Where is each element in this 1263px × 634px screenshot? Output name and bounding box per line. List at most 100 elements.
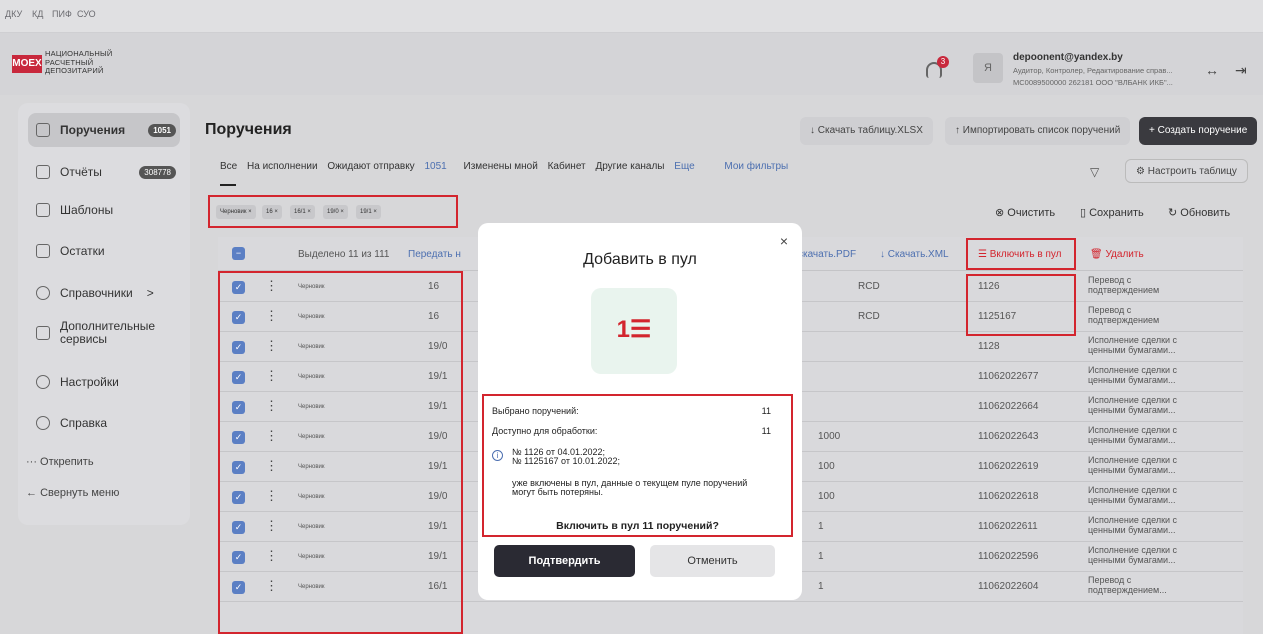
delete-button[interactable]: 🗑 Удалить [1090,249,1144,260]
qty-cell: 100 [818,461,835,472]
sidebar-item-services[interactable]: Дополнительные сервисы [28,316,180,350]
filter-chip[interactable]: 19/0 × [323,205,348,219]
setup-table-button[interactable]: ⚙ Настроить таблицу [1125,159,1248,183]
tab-executing[interactable]: На исполнении [247,161,318,172]
unpin-link[interactable]: ··· Открепить [26,456,94,468]
import-button[interactable]: ↑ Импортировать список поручений [945,117,1131,145]
number-cell: 11062022664 [978,401,1039,412]
document-icon [36,123,50,137]
download-pdf-button[interactable]: скачать.PDF [798,249,856,260]
logo[interactable]: MOEX НАЦИОНАЛЬНЫЙ РАСЧЕТНЫЙ ДЕПОЗИТАРИЙ [12,49,142,76]
selected-value: 11 [761,406,771,416]
send-button[interactable]: Передать н [408,249,461,260]
select-all-checkbox[interactable]: − [232,247,245,260]
warning-line: № 1125167 от 10.01.2022; [512,456,620,466]
selected-count: Выделено 11 из 111 [298,249,390,260]
refresh-button[interactable]: ↻ Обновить [1168,206,1230,219]
topnav-kd[interactable]: КД [32,9,43,19]
sidebar-item-label: Справочники [60,286,133,300]
type-cell: Исполнение сделки с ценными бумагами... [1088,365,1178,385]
sidebar-item-help[interactable]: Справка [28,406,180,440]
logo-text: НАЦИОНАЛЬНЫЙ РАСЧЕТНЫЙ ДЕПОЗИТАРИЙ [45,49,113,75]
confirm-button[interactable]: Подтвердить [494,545,635,577]
user-org: MC0089500000 262181 ООО "ВЛБАНК ИКБ"... [1013,78,1173,87]
download-xlsx-button[interactable]: ↓ Скачать таблицу.XLSX [800,117,933,145]
qty-cell: 1 [818,521,824,532]
available-label: Доступно для обработки: [492,426,598,436]
edit-icon [36,244,50,258]
number-column-highlight [966,274,1076,336]
available-value: 11 [761,426,771,436]
tab-cabinet[interactable]: Кабинет [548,161,586,172]
sidebar-item-settings[interactable]: Настройки [28,365,180,399]
topnav-dku[interactable]: ДКУ [5,9,22,19]
tab-more[interactable]: Еще [674,161,694,172]
download-xml-button[interactable]: ↓ Скачать.XML [880,249,949,260]
import-label: Импортировать список поручений [962,125,1121,136]
sidebar-item-label: Поручения [60,123,126,137]
tab-changed[interactable]: Изменены мной [464,161,538,172]
user-info[interactable]: depoonent@yandex.by Аудитор, Контролер, … [1013,52,1203,87]
topnav-suo[interactable]: СУО [77,9,96,19]
filter-chip[interactable]: 16/1 × [290,205,315,219]
type-cell: Исполнение сделки с ценными бумагами... [1088,545,1178,565]
type-cell: Исполнение сделки с ценными бумагами... [1088,395,1178,415]
download-icon: ↓ [810,125,818,136]
sidebar: Поручения 1051 Отчёты 308778 Шаблоны Остат… [18,103,190,525]
delete-label: Удалить [1105,249,1144,260]
sidebar-item-label: Остатки [60,244,105,258]
sidebar-item-balances[interactable]: Остатки [28,234,180,268]
number-cell: 11062022604 [978,581,1039,592]
my-filters[interactable]: Мои фильтры [724,161,788,172]
filter-chip[interactable]: 19/1 × [356,205,381,219]
download-xlsx-label: Скачать таблицу.XLSX [817,125,923,136]
number-cell: 11062022643 [978,431,1039,442]
qty-cell: 1 [818,581,824,592]
filter-chip[interactable]: Черновик × [216,205,256,219]
tab-awaiting[interactable]: Ожидают отправку 1051 [327,161,453,172]
type-cell: Исполнение сделки с ценными бумагами... [1088,515,1178,535]
close-icon[interactable]: × [780,233,788,249]
arrow-left-icon: ← [26,487,41,499]
sidebar-item-label: Справка [60,416,108,430]
filter-chips-highlight: Черновик × 16 × 16/1 × 19/0 × 19/1 × [208,195,458,228]
download-xml-label: Скачать.XML [887,249,949,260]
info-icon [36,286,50,300]
sidebar-item-orders[interactable]: Поручения 1051 [28,113,180,147]
sidebar-item-reports[interactable]: Отчёты 308778 [28,155,180,189]
info-icon: i [492,450,503,461]
user-role: Аудитор, Контролер, Редактирование справ… [1013,66,1173,75]
sidebar-item-references[interactable]: Справочники > [28,276,180,310]
chevron-right-icon: > [146,286,154,300]
save-button[interactable]: ▯ Сохранить [1080,206,1144,219]
count-badge: 308778 [139,165,176,179]
include-pool-highlight [966,238,1076,270]
tab-all[interactable]: Все [220,161,237,172]
clear-button[interactable]: ⊗ Очистить [995,206,1055,219]
avatar[interactable]: Я [973,53,1003,83]
sidebar-item-label: Отчёты [60,165,102,179]
number-cell: 11062022618 [978,491,1039,502]
depo-cell: RCD [858,311,880,322]
type-cell: Перевод с подтверждением... [1088,575,1167,595]
help-icon [36,416,50,430]
cancel-button[interactable]: Отменить [650,545,775,577]
topnav-pif[interactable]: ПИФ [52,9,72,19]
type-cell: Исполнение сделки с ценными бумагами... [1088,455,1178,475]
filter-chip[interactable]: 16 × [262,205,282,219]
sidebar-item-label: Настройки [60,375,119,389]
number-cell: 11062022611 [978,521,1038,532]
type-cell: Перевод с подтверждением [1088,305,1160,325]
logout-icon[interactable]: ⇥ [1235,62,1247,79]
tab-other[interactable]: Другие каналы [595,161,664,172]
user-email: depoonent@yandex.by [1013,52,1123,63]
gear-icon [36,375,50,389]
setup-table-label: Настроить таблицу [1147,166,1237,177]
create-order-button[interactable]: + Создать поручение [1139,117,1258,145]
filter-icon[interactable]: ▽ [1090,165,1099,179]
collapse-link[interactable]: ← Свернуть меню [26,487,119,499]
switch-icon[interactable]: ↔ [1205,62,1219,78]
sidebar-item-templates[interactable]: Шаблоны [28,193,180,227]
top-nav: ДКУ КД ПИФ СУО [0,0,1263,33]
close-circle-icon: ⊗ [995,207,1008,219]
